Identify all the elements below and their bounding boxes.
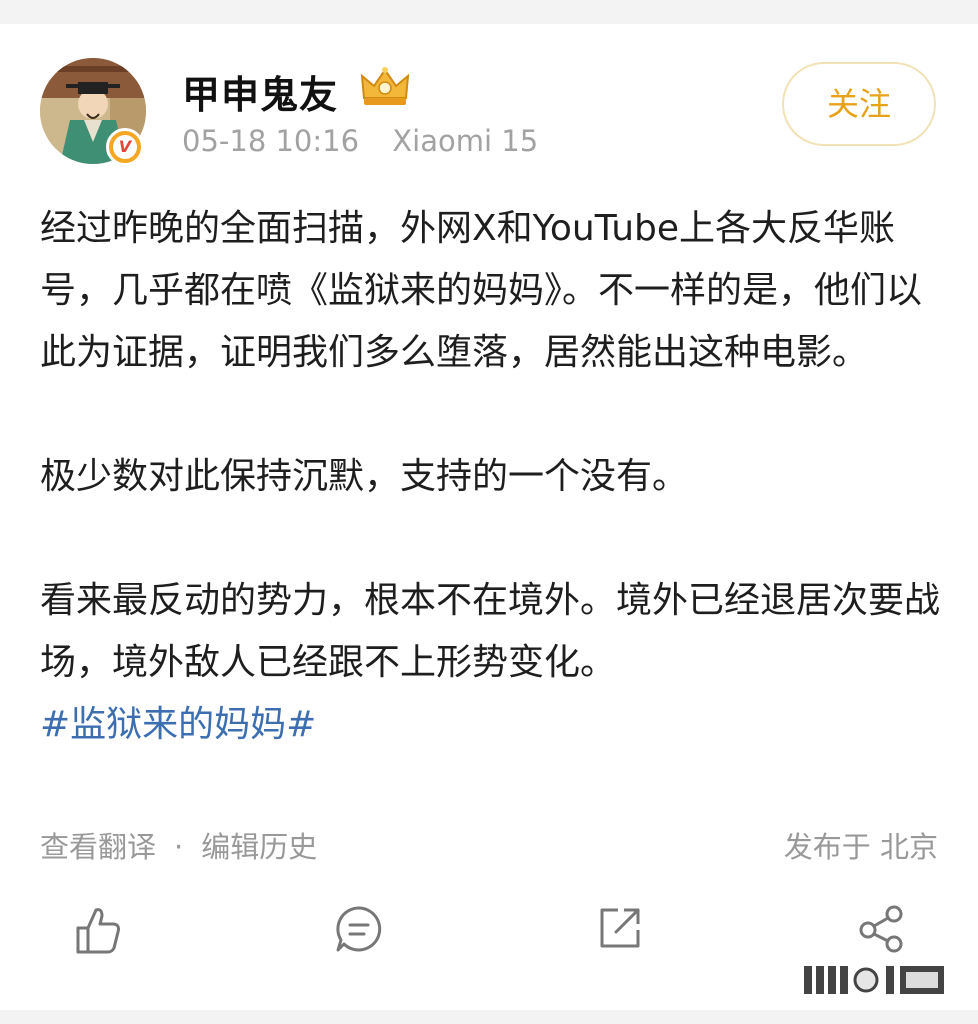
thumbs-up-icon[interactable] — [74, 904, 122, 956]
post-paragraph-3: 看来最反动的势力，根本不在境外。境外已经退居次要战场，境外敌人已经跟不上形势变化… — [40, 580, 941, 683]
separator-dot: · — [174, 830, 184, 864]
post-paragraph-2: 极少数对此保持沉默，支持的一个没有。 — [40, 456, 689, 497]
post-footer-links: 查看翻译 · 编辑历史 — [40, 824, 317, 866]
post-time: 05-18 10:16 — [182, 124, 360, 158]
username[interactable]: 甲申鬼友 — [182, 64, 338, 119]
post-card: V 甲申鬼友 05-18 10:16 Xiaomi 15 关注 经过昨晚的全面扫… — [0, 24, 978, 1010]
post-location: 发布于 北京 — [783, 830, 938, 864]
network-share-icon[interactable] — [856, 904, 906, 954]
follow-button[interactable]: 关注 — [782, 62, 936, 146]
verified-badge-icon: V — [106, 128, 144, 166]
post-paragraph-1: 经过昨晚的全面扫描，外网X和YouTube上各大反华账号，几乎都在喷《监狱来的妈… — [40, 208, 923, 373]
post-device: Xiaomi 15 — [392, 124, 539, 158]
post-meta: 05-18 10:16 Xiaomi 15 — [182, 124, 538, 158]
crown-badge-icon — [360, 67, 410, 105]
share-arrow-icon[interactable] — [596, 904, 644, 952]
edit-history-link[interactable]: 编辑历史 — [201, 830, 317, 864]
comment-bubble-icon[interactable] — [334, 904, 384, 954]
hashtag-link[interactable]: #监狱来的妈妈# — [40, 694, 940, 756]
post-content: 经过昨晚的全面扫描，外网X和YouTube上各大反华账号，几乎都在喷《监狱来的妈… — [40, 198, 940, 756]
status-bar-icons — [804, 966, 944, 994]
translate-link[interactable]: 查看翻译 — [40, 830, 156, 864]
